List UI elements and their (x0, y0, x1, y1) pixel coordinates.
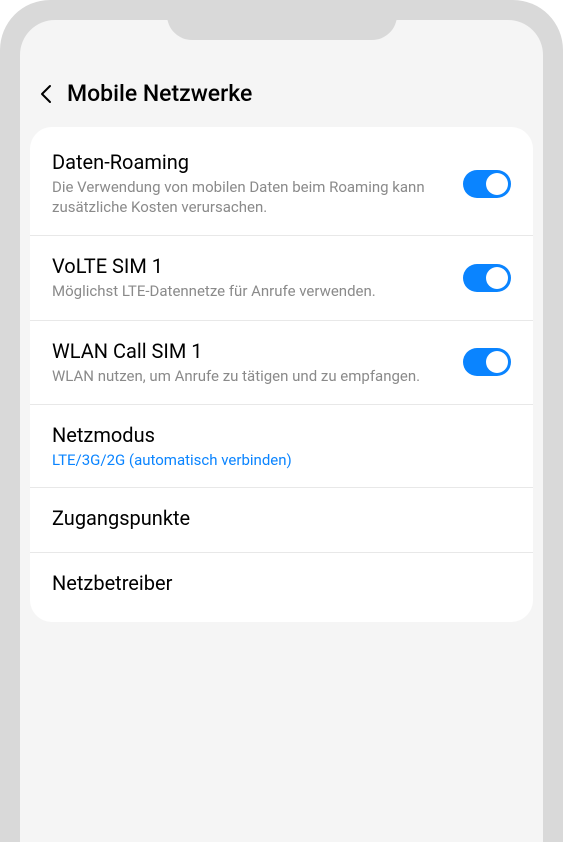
item-title: Zugangspunkte (52, 506, 496, 530)
settings-list: Daten-Roaming Die Verwendung von mobilen… (30, 127, 533, 622)
item-content: Netzmodus LTE/3G/2G (automatisch verbind… (52, 423, 511, 469)
item-description: Die Verwendung von mobilen Daten beim Ro… (52, 178, 448, 217)
item-content: WLAN Call SIM 1 WLAN nutzen, um Anrufe z… (52, 339, 463, 387)
item-title: VoLTE SIM 1 (52, 254, 448, 278)
phone-frame: Mobile Netzwerke Daten-Roaming Die Verwe… (0, 0, 563, 842)
screen: Mobile Netzwerke Daten-Roaming Die Verwe… (20, 20, 543, 842)
page-title: Mobile Netzwerke (67, 80, 252, 107)
item-content: VoLTE SIM 1 Möglichst LTE-Datennetze für… (52, 254, 463, 302)
item-title: Netzbetreiber (52, 571, 496, 595)
list-item-netzbetreiber[interactable]: Netzbetreiber (30, 553, 533, 617)
item-content: Zugangspunkte (52, 506, 511, 534)
list-item-zugangspunkte[interactable]: Zugangspunkte (30, 488, 533, 553)
list-item-netzmodus[interactable]: Netzmodus LTE/3G/2G (automatisch verbind… (30, 405, 533, 488)
item-title: Netzmodus (52, 423, 496, 447)
toggle-wlan-call[interactable] (463, 348, 511, 376)
list-item-data-roaming[interactable]: Daten-Roaming Die Verwendung von mobilen… (30, 132, 533, 236)
item-content: Daten-Roaming Die Verwendung von mobilen… (52, 150, 463, 217)
back-icon[interactable] (40, 84, 52, 104)
list-item-wlan-call[interactable]: WLAN Call SIM 1 WLAN nutzen, um Anrufe z… (30, 321, 533, 406)
item-value: LTE/3G/2G (automatisch verbinden) (52, 451, 496, 469)
item-title: WLAN Call SIM 1 (52, 339, 448, 363)
item-description: Möglichst LTE-Datennetze für Anrufe verw… (52, 282, 448, 302)
item-description: WLAN nutzen, um Anrufe zu tätigen und zu… (52, 367, 448, 387)
toggle-data-roaming[interactable] (463, 170, 511, 198)
toggle-volte[interactable] (463, 264, 511, 292)
notch (167, 0, 397, 40)
item-title: Daten-Roaming (52, 150, 448, 174)
list-item-volte[interactable]: VoLTE SIM 1 Möglichst LTE-Datennetze für… (30, 236, 533, 321)
item-content: Netzbetreiber (52, 571, 511, 599)
